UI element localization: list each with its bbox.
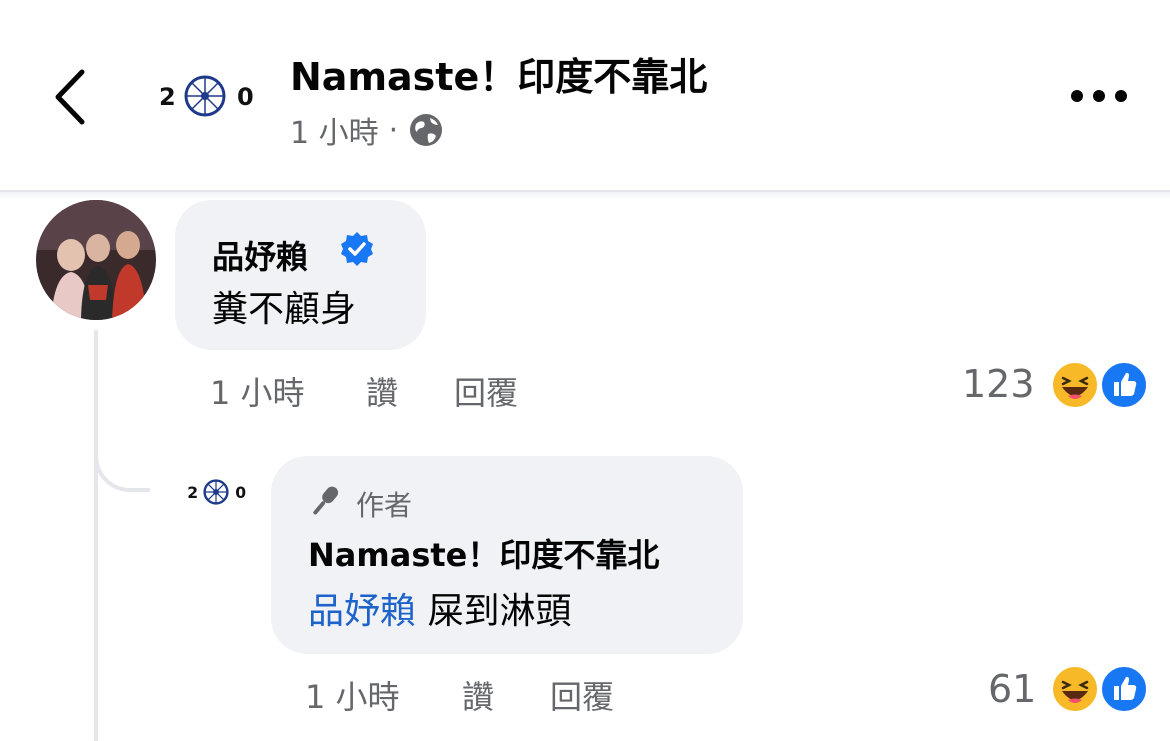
svg-text:0: 0 <box>237 83 254 111</box>
like-icon <box>1100 361 1148 409</box>
comment-author-name[interactable]: 品妤賴 <box>212 232 308 278</box>
more-dots-icon <box>1071 90 1127 102</box>
comment-text: 糞不顧身 <box>212 289 357 330</box>
commenter-avatar[interactable] <box>36 200 156 320</box>
back-button[interactable] <box>40 60 100 130</box>
post-time: 1 小時 <box>290 116 379 151</box>
haha-icon <box>1051 665 1099 713</box>
reaction-icons[interactable] <box>1050 360 1150 410</box>
mention-link[interactable]: 品妤賴 <box>308 591 416 632</box>
verified-badge-icon <box>338 230 376 268</box>
post-meta: 1 小時 · <box>290 108 444 152</box>
reply-author-avatar[interactable]: 2 0 <box>180 456 252 528</box>
reply-like-button[interactable]: 讚 <box>462 672 494 718</box>
page-title[interactable]: Namaste！印度不靠北 <box>290 46 707 101</box>
more-options-button[interactable] <box>1068 82 1130 110</box>
like-icon <box>1100 665 1148 713</box>
chevron-left-icon <box>55 69 85 125</box>
meta-separator: · <box>388 112 399 148</box>
thread-line <box>94 330 98 741</box>
globe-icon <box>410 114 443 146</box>
reply-text: 品妤賴 屎到淋頭 <box>308 582 571 634</box>
like-button[interactable]: 讚 <box>366 368 398 414</box>
svg-text:2: 2 <box>187 484 198 502</box>
reply-reaction-count[interactable]: 61 <box>988 667 1036 711</box>
svg-text:2: 2 <box>159 83 176 111</box>
reply-reaction-icons[interactable] <box>1050 664 1150 714</box>
author-badge: 作者 <box>356 489 413 522</box>
svg-text:0: 0 <box>235 484 246 502</box>
reaction-count[interactable]: 123 <box>962 362 1035 406</box>
thread-connector <box>94 440 150 492</box>
haha-icon <box>1051 361 1099 409</box>
comment-time: 1 小時 <box>210 374 305 412</box>
reply-author-name[interactable]: Namaste！印度不靠北 <box>308 530 659 576</box>
reply-body: 屎到淋頭 <box>427 591 572 632</box>
reply-time: 1 小時 <box>305 678 400 716</box>
header-shadow <box>0 192 1170 200</box>
reply-button[interactable]: 回覆 <box>454 368 518 414</box>
microphone-icon <box>306 482 344 520</box>
reply-reply-button[interactable]: 回覆 <box>550 672 614 718</box>
page-avatar[interactable]: 2 0 <box>145 36 265 156</box>
